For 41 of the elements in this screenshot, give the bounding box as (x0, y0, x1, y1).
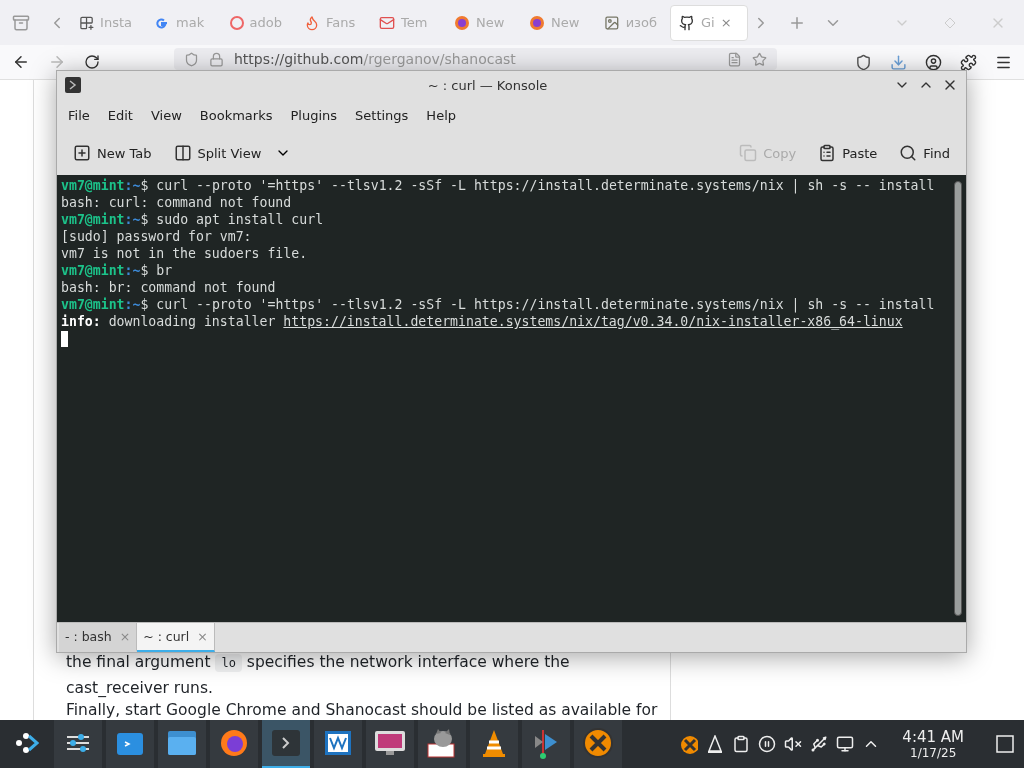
tab-title: mak (176, 15, 205, 30)
toolbar-button[interactable]: Paste (810, 140, 886, 166)
tab-title: Tem (401, 15, 428, 30)
toolbar-button[interactable]: Split View (165, 140, 270, 166)
link[interactable]: https://install.determinate.systems/nix/tag/v0.34.0/nix-installer-x86_64-linux (283, 314, 903, 329)
toolbar-button[interactable]: Find (891, 140, 958, 166)
terminal-line: vm7@mint:~$ curl --proto '=https' --tlsv1.2 -sSf -L https://install.determinate.systems/nix | sh -s -- install (61, 177, 936, 194)
terminal-line: bash: curl: command not found (61, 194, 293, 211)
terminal-line: info: downloading installer https://install.determinate.systems/nix/tag/v0.34.0/nix-installer-x86_64-linux (61, 313, 904, 330)
tab-title: Gi (701, 15, 715, 30)
tab-title: New (476, 15, 505, 30)
menu-item[interactable]: File (59, 103, 99, 127)
tab-title: Fans (326, 15, 356, 30)
tab-title: изоб (625, 15, 657, 30)
terminal-tab[interactable]: ~ : curl × (137, 623, 215, 652)
terminal-line: vm7@mint:~$ br (61, 262, 174, 279)
menu-item[interactable]: Plugins (281, 103, 347, 127)
toolbar-button[interactable]: New Tab (65, 140, 160, 166)
url-text: https://github.com/rgerganov/shanocast (234, 51, 516, 67)
menu-item[interactable]: Bookmarks (190, 103, 282, 127)
clock-time[interactable]: 4:41 AM (902, 728, 964, 746)
paragraph: the final argument lo specifies the network interface where the cast_receiver runs. (66, 652, 571, 699)
tab-title: Insta (100, 15, 132, 30)
terminal-line: vm7 is not in the sudoers file. (61, 245, 309, 262)
window-title: ~ : curl — Konsole (426, 77, 549, 93)
close-tab-button[interactable]: × (720, 15, 732, 30)
address-bar[interactable]: https://github.com/rgerganov/shanocast (174, 48, 777, 70)
menu-item[interactable]: Edit (98, 103, 142, 127)
terminal-line: bash: br: command not found (61, 279, 277, 296)
terminal-tab[interactable]: - : bash × (59, 623, 138, 652)
terminal-line: vm7@mint:~$ sudo apt install curl (61, 211, 325, 228)
browser-tab[interactable]: Gi × (670, 4, 748, 41)
terminal-line: [sudo] password for vm7: (61, 228, 253, 245)
menu-item[interactable]: View (141, 103, 191, 127)
tab-title: adob (249, 15, 282, 30)
clock-date[interactable]: 1/17/25 (910, 746, 957, 760)
menu-item[interactable]: Settings (346, 103, 418, 127)
tab-title: New (551, 15, 580, 30)
paragraph: Finally, start Google Chrome and Shanocast should be listed as available for (66, 701, 659, 720)
terminal-line: vm7@mint:~$ curl --proto '=https' --tlsv1.2 -sSf -L https://install.determinate.systems/nix | sh -s -- install (61, 296, 936, 313)
menu-item[interactable]: Help (417, 103, 465, 127)
